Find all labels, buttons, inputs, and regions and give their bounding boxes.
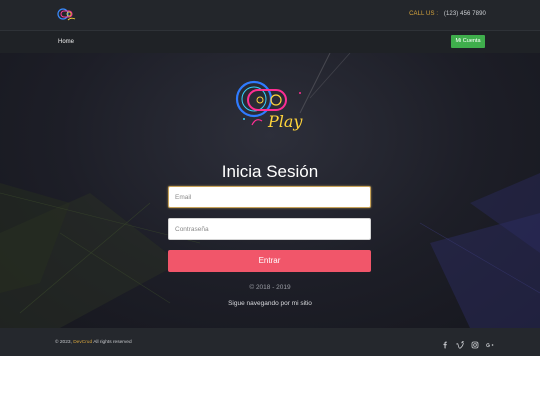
- copyright-suffix: All rights reserved: [93, 340, 132, 345]
- copyright-prefix: © 2023,: [55, 340, 72, 345]
- top-bar: CALL US : (123) 456 7890: [0, 0, 540, 31]
- login-hero: Play Inicia Sesión Entrar © 2018 - 2019 …: [0, 53, 540, 328]
- email-input[interactable]: [168, 186, 371, 208]
- instagram-icon[interactable]: [470, 337, 480, 349]
- vimeo-icon[interactable]: [455, 337, 465, 349]
- footer-copyright: © 2023, DevCrud All rights reserved: [55, 340, 132, 345]
- facebook-icon[interactable]: [440, 337, 450, 349]
- call-us-label: CALL US :: [409, 11, 439, 17]
- page: CALL US : (123) 456 7890 Home Mi Cuenta: [0, 0, 540, 405]
- login-title: Inicia Sesión: [221, 162, 319, 181]
- login-submit-button[interactable]: Entrar: [168, 250, 371, 272]
- footer-brand-link[interactable]: DevCrud: [73, 340, 92, 345]
- years-text: © 2018 - 2019: [249, 284, 291, 291]
- keep-browsing-link[interactable]: Sigue navegando por mi sitio: [0, 300, 540, 307]
- social-links: [440, 337, 495, 349]
- play-logo-text: Play: [267, 112, 303, 131]
- call-us: CALL US : (123) 456 7890: [409, 11, 486, 17]
- nav-home-link[interactable]: Home: [58, 39, 74, 45]
- google-plus-icon[interactable]: [485, 337, 495, 348]
- play-neon-logo: Play: [235, 80, 303, 131]
- password-input[interactable]: [168, 218, 371, 240]
- footer: © 2023, DevCrud All rights reserved: [0, 328, 540, 356]
- my-account-button[interactable]: Mi Cuenta: [451, 35, 485, 48]
- phone-number[interactable]: (123) 456 7890: [444, 11, 486, 17]
- site-logo-small[interactable]: [56, 6, 78, 24]
